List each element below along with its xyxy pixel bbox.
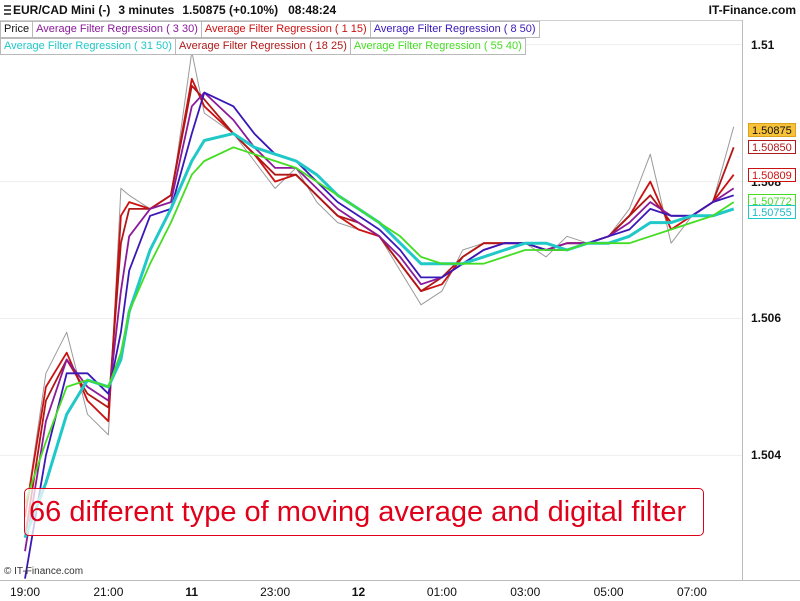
series-line [23, 132, 735, 539]
price-tick-label: 1.504 [751, 448, 782, 463]
legend-item[interactable]: Average Filter Regression ( 31 50) [0, 38, 176, 55]
legend-item[interactable]: Average Filter Regression ( 8 50) [370, 21, 540, 38]
legend-row-2: Average Filter Regression ( 31 50) Averag… [0, 38, 576, 55]
series-line [24, 51, 735, 518]
time-tick-label: 21:00 [93, 585, 124, 599]
time-tick-label: 05:00 [593, 585, 624, 599]
price-value-label: 1.50809 [748, 168, 796, 183]
time-tick-label: 11 [185, 585, 199, 599]
series-line [24, 84, 735, 538]
series-line [24, 146, 735, 504]
promo-banner-text: 66 different type of moving average and … [29, 496, 687, 528]
price-value-label: 1.50875 [748, 123, 796, 138]
price-value-label: 1.50850 [748, 140, 796, 155]
legend-item[interactable]: Average Filter Regression ( 1 15) [201, 21, 371, 38]
time-axis[interactable]: 19:00 21:00 11 23:00 12 01:00 03:00 05:00 07:00 [0, 580, 800, 601]
promo-banner: 66 different type of moving average and … [24, 488, 704, 536]
price-value-label: 1.50755 [748, 205, 796, 220]
time-tick-label: 01:00 [426, 585, 457, 599]
legend-item[interactable]: Average Filter Regression ( 18 25) [175, 38, 351, 55]
series-line [24, 78, 735, 518]
time-tick-label: 07:00 [676, 585, 707, 599]
watermark: © IT-Finance.com [4, 566, 84, 577]
price-tick-label: 1.51 [751, 37, 775, 52]
price-axis[interactable]: 1.511.5081.5061.5041.508751.508501.50809… [742, 20, 800, 580]
series-line [24, 91, 735, 552]
time-tick-label: 19:00 [9, 585, 41, 599]
legend-row-1: Price Average Filter Regression ( 3 30) Av… [0, 21, 576, 38]
time-tick-label: 23:00 [260, 585, 291, 599]
time-tick-label: 03:00 [510, 585, 541, 599]
legend-item[interactable]: Price [0, 21, 34, 38]
legend-item[interactable]: Average Filter Regression ( 3 30) [33, 21, 202, 38]
legend-item[interactable]: Average Filter Regression ( 55 40) [350, 38, 526, 55]
indicator-legend: Price Average Filter Regression ( 3 30) Av… [0, 21, 576, 55]
price-tick-label: 1.506 [751, 311, 782, 326]
time-tick-label: 12 [351, 585, 366, 599]
